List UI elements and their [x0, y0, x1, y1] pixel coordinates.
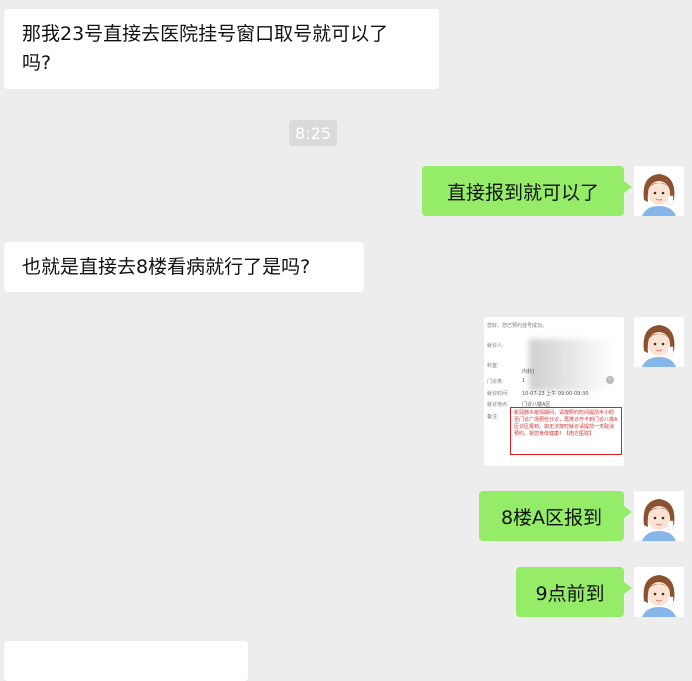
message-text: 8楼A区报到: [500, 506, 603, 529]
card-label: 门诊类:: [487, 379, 504, 385]
received-message-bubble-partial[interactable]: [4, 641, 248, 681]
info-icon: ›: [606, 376, 614, 384]
card-label: 备注:: [487, 414, 499, 420]
avatar-icon[interactable]: [634, 491, 684, 541]
card-value: 1: [522, 378, 526, 384]
sent-message-bubble[interactable]: 9点前到: [516, 567, 632, 617]
card-label: 就诊时间:: [487, 391, 509, 397]
sent-message-bubble[interactable]: 直接报到就可以了: [422, 166, 632, 216]
received-message-bubble[interactable]: 那我23号直接去医院挂号窗口取号就可以了 吗?: [4, 9, 439, 89]
card-value: 10-07-23 上午 09:00-09:30: [522, 391, 589, 397]
message-text: 也就是直接去8楼看病就行了是吗?: [22, 255, 311, 278]
blurred-area: [529, 339, 614, 391]
message-text: 那我23号直接去医院挂号窗口取号就可以了: [22, 23, 389, 45]
sent-message-bubble[interactable]: 8楼A区报到: [479, 491, 632, 541]
card-label: 就诊人:: [487, 343, 504, 349]
card-label: 科室:: [487, 363, 499, 369]
notice-box: 新冠肺炎疫情期间，请按照约时间提前半小时至门诊广场预检分诊，再携诊疗卡到门诊八楼…: [510, 407, 622, 455]
received-message-bubble[interactable]: 也就是直接去8楼看病就行了是吗?: [4, 242, 364, 292]
message-text: 直接报到就可以了: [446, 181, 599, 204]
card-value: 内科]: [522, 369, 534, 375]
timestamp: 8:25: [289, 120, 337, 146]
avatar-icon[interactable]: [634, 317, 684, 367]
appointment-screenshot-image[interactable]: 您好，您已预约挂号成功。 就诊人: 科室: 内科] 门诊类: 1 › 就诊时间:…: [484, 317, 624, 466]
message-text: 9点前到: [535, 582, 605, 605]
avatar-icon[interactable]: [634, 567, 684, 617]
card-label: 就诊地点:: [487, 402, 509, 408]
avatar-icon[interactable]: [634, 166, 684, 216]
card-header: 您好，您已预约挂号成功。: [487, 323, 548, 329]
message-text: 吗?: [22, 52, 52, 74]
